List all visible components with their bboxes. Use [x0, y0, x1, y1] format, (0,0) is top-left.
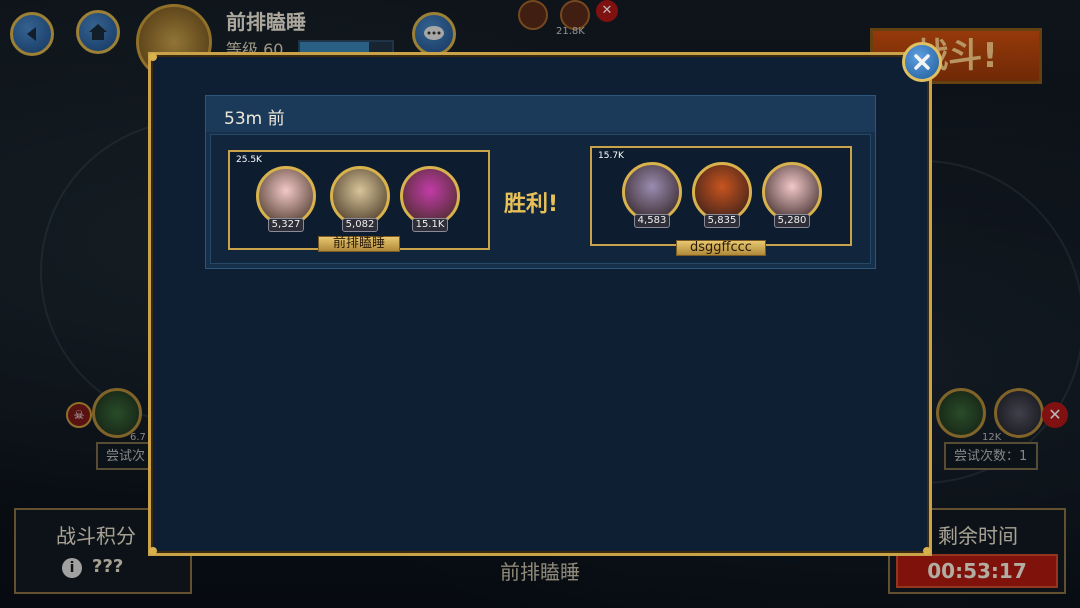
- hero-power: 15.1K: [412, 218, 448, 232]
- battle-log-entry-header: 53m 前: [206, 96, 875, 132]
- enemy-team-power: 15.7K: [598, 151, 624, 161]
- enemy-hero-2[interactable]: 5,835: [690, 162, 754, 242]
- close-icon: [914, 54, 930, 70]
- hero-portrait: [330, 166, 390, 226]
- hero-portrait: [400, 166, 460, 226]
- player-team-nameplate: 前排瞌睡: [318, 236, 400, 252]
- corner-ornament: [923, 547, 931, 555]
- battle-result: 胜利!: [504, 192, 559, 217]
- enemy-hero-1[interactable]: 4,583: [620, 162, 684, 242]
- player-hero-2[interactable]: 5,082: [328, 166, 392, 246]
- hero-power: 5,082: [342, 218, 378, 232]
- modal-close-button[interactable]: [902, 42, 942, 82]
- player-team-power: 25.5K: [236, 155, 262, 165]
- hero-power: 5,835: [704, 214, 740, 228]
- player-hero-1[interactable]: 5,327: [254, 166, 318, 246]
- hero-portrait: [256, 166, 316, 226]
- player-team-card[interactable]: 25.5K 5,327 5,082 15.1K: [228, 150, 490, 250]
- hero-power: 5,280: [774, 214, 810, 228]
- enemy-hero-3[interactable]: 5,280: [760, 162, 824, 242]
- enemy-team-nameplate: dsggffccc: [676, 240, 766, 256]
- hero-power: 5,327: [268, 218, 304, 232]
- hero-portrait: [762, 162, 822, 222]
- enemy-team-card[interactable]: 15.7K 4,583 5,835 5,280: [590, 146, 852, 246]
- corner-ornament: [149, 547, 157, 555]
- hero-portrait: [692, 162, 752, 222]
- battle-log-entry-time: 53m 前: [224, 109, 285, 129]
- hero-portrait: [622, 162, 682, 222]
- player-hero-3[interactable]: 15.1K: [398, 166, 462, 246]
- corner-ornament: [149, 53, 157, 61]
- hero-power: 4,583: [634, 214, 670, 228]
